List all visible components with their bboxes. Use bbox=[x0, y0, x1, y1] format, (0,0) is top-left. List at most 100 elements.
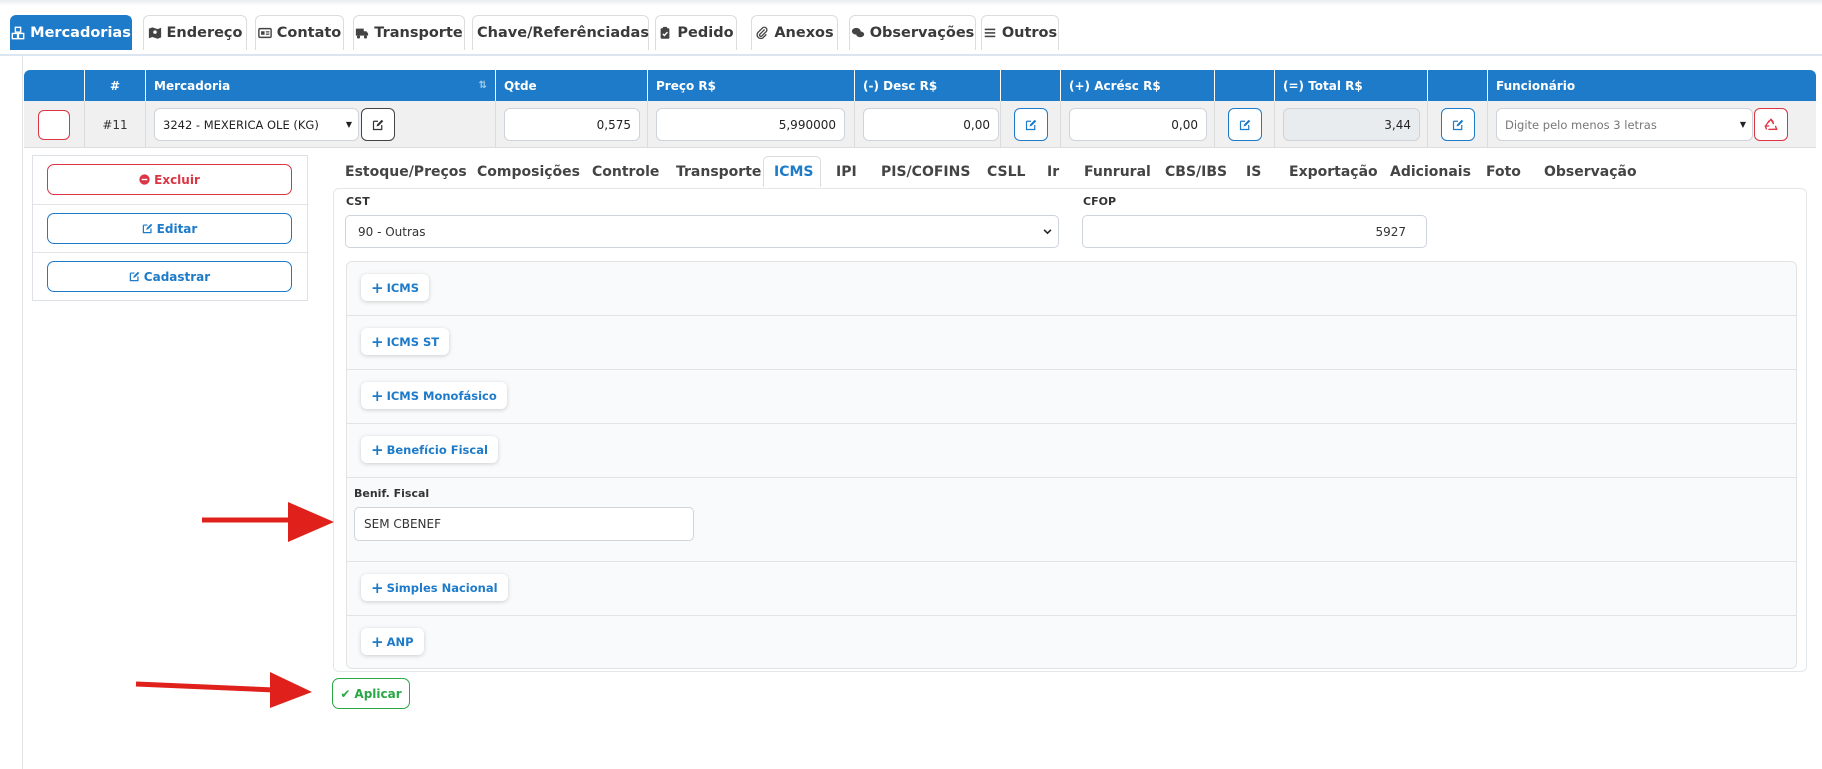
accordion-beneficio-fiscal: + Benefício Fiscal bbox=[346, 423, 1797, 477]
row-select-button[interactable] bbox=[38, 109, 70, 140]
accordion-anp: + ANP bbox=[346, 615, 1797, 669]
row-num-cell: #11 bbox=[84, 101, 145, 148]
excluir-label: Excluir bbox=[154, 172, 200, 187]
plus-icon: + bbox=[371, 440, 384, 459]
edit-desc-button[interactable] bbox=[1013, 108, 1048, 141]
tab-adicionais[interactable]: Adicionais bbox=[1390, 156, 1471, 187]
map-icon bbox=[148, 27, 161, 39]
tab-label: Contato bbox=[276, 25, 342, 41]
tab-ipi[interactable]: IPI bbox=[836, 156, 857, 187]
row-select-cell bbox=[24, 101, 84, 148]
tab-controle[interactable]: Controle bbox=[592, 156, 659, 187]
tab-composicoes[interactable]: Composições bbox=[477, 156, 580, 187]
mercadoria-select[interactable]: 3242 - MEXERICA OLE (KG) ▼ bbox=[154, 108, 359, 141]
tab-mercadorias[interactable]: Mercadorias bbox=[10, 15, 132, 50]
desc-input[interactable]: 0,00 bbox=[863, 108, 999, 141]
tab-pis-cofins[interactable]: PIS/COFINS bbox=[881, 156, 970, 187]
expand-beneficio-fiscal-button[interactable]: + Benefício Fiscal bbox=[361, 436, 498, 463]
col-header-preco-label: Preço R$ bbox=[656, 78, 716, 93]
sort-icon[interactable]: ⇅ bbox=[479, 80, 487, 91]
tab-anexos[interactable]: Anexos bbox=[751, 15, 838, 50]
expand-icms-button[interactable]: + ICMS bbox=[361, 274, 430, 301]
top-tab-bar: Mercadorias Endereço Contato Transporte … bbox=[0, 0, 1822, 56]
table-row: #11 3242 - MEXERICA OLE (KG) ▼ 0,575 5,9… bbox=[24, 101, 1816, 148]
tab-is[interactable]: IS bbox=[1246, 156, 1261, 187]
expand-anp-button[interactable]: + ANP bbox=[361, 628, 424, 655]
cst-select[interactable]: 90 - Outras bbox=[345, 215, 1059, 248]
tab-endereco[interactable]: Endereço bbox=[143, 15, 247, 50]
tab-ir[interactable]: Ir bbox=[1047, 156, 1059, 187]
col-header-num-label: # bbox=[109, 78, 121, 93]
dropdown-arrow-icon: ▼ bbox=[1739, 120, 1746, 129]
col-header-total-btn bbox=[1427, 70, 1487, 101]
col-header-qtde-label: Qtde bbox=[504, 78, 537, 93]
tab-label: Mercadorias bbox=[30, 25, 131, 41]
col-header-mercadoria[interactable]: Mercadoria ⇅ bbox=[145, 70, 495, 101]
tab-foto[interactable]: Foto bbox=[1486, 156, 1521, 187]
tab-label: Transporte bbox=[676, 163, 762, 180]
plus-icon: + bbox=[371, 578, 384, 597]
acresc-btn-cell bbox=[1214, 101, 1274, 148]
tab-observacao[interactable]: Observação bbox=[1544, 156, 1637, 187]
aplicar-button[interactable]: ✔ Aplicar bbox=[332, 678, 410, 709]
edit-mercadoria-button[interactable] bbox=[361, 108, 395, 141]
total-cell: 3,44 bbox=[1274, 101, 1427, 148]
funcionario-select[interactable]: Digite pelo menos 3 letras ▼ bbox=[1496, 108, 1753, 141]
excluir-button[interactable]: Excluir bbox=[47, 164, 292, 195]
editar-button[interactable]: Editar bbox=[47, 213, 292, 244]
cfop-input[interactable]: 5927 bbox=[1082, 215, 1427, 248]
col-header-num: # bbox=[84, 70, 145, 101]
tab-transporte[interactable]: Transporte bbox=[353, 15, 465, 50]
dropdown-arrow-icon: ▼ bbox=[345, 120, 352, 129]
tab-label: Estoque/Preços bbox=[345, 163, 467, 180]
benef-input[interactable]: SEM CBENEF bbox=[354, 507, 694, 541]
col-header-blank bbox=[24, 70, 84, 101]
tab-label: Endereço bbox=[166, 25, 243, 41]
qtde-input[interactable]: 0,575 bbox=[504, 108, 640, 141]
col-header-acresc: (+) Acrésc R$ bbox=[1060, 70, 1214, 101]
col-header-total-label: (=) Total R$ bbox=[1283, 78, 1363, 93]
preco-input[interactable]: 5,990000 bbox=[656, 108, 845, 141]
recycle-button[interactable] bbox=[1754, 108, 1788, 141]
tab-contato[interactable]: Contato bbox=[255, 15, 344, 50]
tab-exportacao[interactable]: Exportação bbox=[1289, 156, 1378, 187]
expand-simples-nacional-button[interactable]: + Simples Nacional bbox=[361, 574, 508, 601]
col-header-total: (=) Total R$ bbox=[1274, 70, 1427, 101]
tab-funrural[interactable]: Funrural bbox=[1084, 156, 1151, 187]
expand-icms-st-button[interactable]: + ICMS ST bbox=[361, 328, 450, 355]
tab-outros[interactable]: Outros bbox=[981, 15, 1059, 50]
tab-icms[interactable]: ICMS bbox=[763, 156, 821, 187]
cadastrar-label: Cadastrar bbox=[143, 269, 211, 284]
accordion-icms-st: + ICMS ST bbox=[346, 315, 1797, 369]
col-header-desc-btn bbox=[1000, 70, 1060, 101]
tab-chave-referenciadas[interactable]: Chave/Referênciadas bbox=[472, 15, 649, 50]
acresc-cell: 0,00 bbox=[1060, 101, 1214, 148]
chevron-down-icon bbox=[1043, 229, 1052, 235]
edit-total-button[interactable] bbox=[1440, 108, 1475, 141]
cadastrar-button[interactable]: Cadastrar bbox=[47, 261, 292, 292]
tab-csll[interactable]: CSLL bbox=[987, 156, 1025, 187]
tab-cbs-ibs[interactable]: CBS/IBS bbox=[1165, 156, 1227, 187]
paperclip-icon bbox=[756, 26, 768, 40]
acresc-value: 0,00 bbox=[1171, 117, 1198, 132]
edit-acresc-button[interactable] bbox=[1227, 108, 1262, 141]
mercadoria-value: 3242 - MEXERICA OLE (KG) bbox=[163, 117, 319, 132]
beneficio-fiscal-body: Benif. Fiscal SEM CBENEF bbox=[346, 477, 1797, 561]
col-header-qtde: Qtde bbox=[495, 70, 647, 101]
acresc-input[interactable]: 0,00 bbox=[1069, 108, 1207, 141]
expand-icms-monofasico-button[interactable]: + ICMS Monofásico bbox=[361, 382, 507, 409]
tab-transporte-sub[interactable]: Transporte bbox=[676, 156, 761, 187]
list-icon bbox=[984, 28, 996, 38]
cst-value: 90 - Outras bbox=[358, 224, 426, 239]
tab-pedido[interactable]: Pedido bbox=[655, 15, 737, 50]
section-label: Benefício Fiscal bbox=[386, 442, 488, 457]
total-value: 3,44 bbox=[1384, 117, 1411, 132]
funcionario-placeholder: Digite pelo menos 3 letras bbox=[1505, 117, 1657, 132]
desc-btn-cell bbox=[1000, 101, 1060, 148]
col-header-preco: Preço R$ bbox=[647, 70, 854, 101]
tab-estoque-precos[interactable]: Estoque/Preços bbox=[345, 156, 467, 187]
tab-label: Controle bbox=[592, 163, 660, 180]
tab-label: IS bbox=[1246, 163, 1262, 180]
row-num: #11 bbox=[102, 117, 128, 132]
tab-observacoes[interactable]: Observações bbox=[849, 15, 976, 50]
